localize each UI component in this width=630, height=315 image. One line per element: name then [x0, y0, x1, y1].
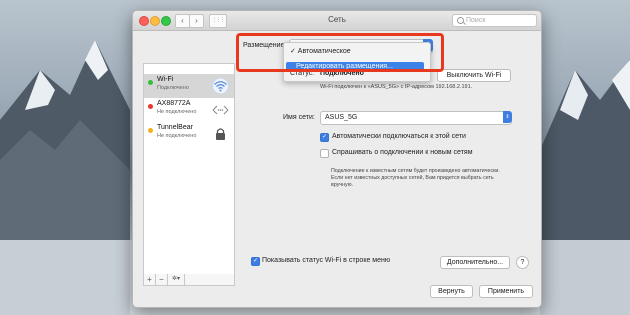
ask-join-note: Подключение к известным сетям будет прои…	[331, 168, 500, 188]
vpn-lock-icon	[216, 128, 225, 140]
service-name: TunnelBear	[157, 124, 193, 131]
revert-button[interactable]: Вернуть	[430, 285, 473, 298]
ethernet-icon	[212, 105, 229, 115]
auto-join-label: Автоматически подключаться к этой сети	[332, 133, 466, 140]
advanced-button[interactable]: Дополнительно...	[440, 256, 510, 269]
auto-join-checkbox[interactable]: ✓	[320, 133, 329, 142]
network-name-value: ASUS_5G	[325, 114, 358, 121]
service-list-toolbar: + − ✲▾	[143, 274, 235, 286]
network-name-select[interactable]: ASUS_5G ⇕	[320, 111, 512, 125]
service-item-wifi[interactable]: Wi-Fi Подключено	[144, 74, 234, 98]
add-service-button[interactable]: +	[144, 274, 156, 285]
service-status: Подключено	[157, 85, 189, 91]
ask-join-checkbox[interactable]	[320, 149, 329, 158]
status-dot-red	[148, 104, 153, 109]
annotation-highlight-frame	[236, 33, 444, 72]
show-wifi-status-label: Показывать статус Wi-Fi в строке меню	[262, 257, 391, 264]
search-placeholder: Поиск	[466, 17, 486, 24]
remove-service-button[interactable]: −	[156, 274, 168, 285]
chevron-updown-icon: ⇕	[503, 111, 512, 123]
service-list: Wi-Fi Подключено AX88772A Не подключено …	[143, 63, 235, 276]
help-button[interactable]: ?	[516, 256, 529, 269]
service-status: Не подключено	[157, 133, 197, 139]
turn-wifi-off-button[interactable]: Выключить Wi-Fi	[437, 69, 511, 82]
search-icon	[457, 17, 464, 24]
service-name: AX88772A	[157, 100, 191, 107]
status-dot-yellow	[148, 128, 153, 133]
service-name: Wi-Fi	[157, 76, 174, 83]
title-bar: ‹ › ⋮⋮⋮ Сеть Поиск	[133, 11, 541, 31]
status-description: Wi-Fi подключен к «ASUS_5G» с IP-адресом…	[320, 84, 473, 90]
apply-button[interactable]: Применить	[479, 285, 533, 298]
status-dot-green	[148, 80, 153, 85]
service-item-tunnelbear[interactable]: TunnelBear Не подключено	[144, 122, 234, 146]
wifi-icon	[212, 78, 229, 94]
service-item-ethernet[interactable]: AX88772A Не подключено	[144, 98, 234, 122]
search-field[interactable]: Поиск	[452, 14, 537, 27]
network-name-label: Имя сети:	[283, 114, 315, 121]
service-action-menu-button[interactable]: ✲▾	[168, 274, 185, 285]
ask-join-label: Спрашивать о подключении к новым сетям	[332, 149, 473, 156]
service-status: Не подключено	[157, 109, 197, 115]
show-wifi-status-checkbox[interactable]: ✓	[251, 257, 260, 266]
